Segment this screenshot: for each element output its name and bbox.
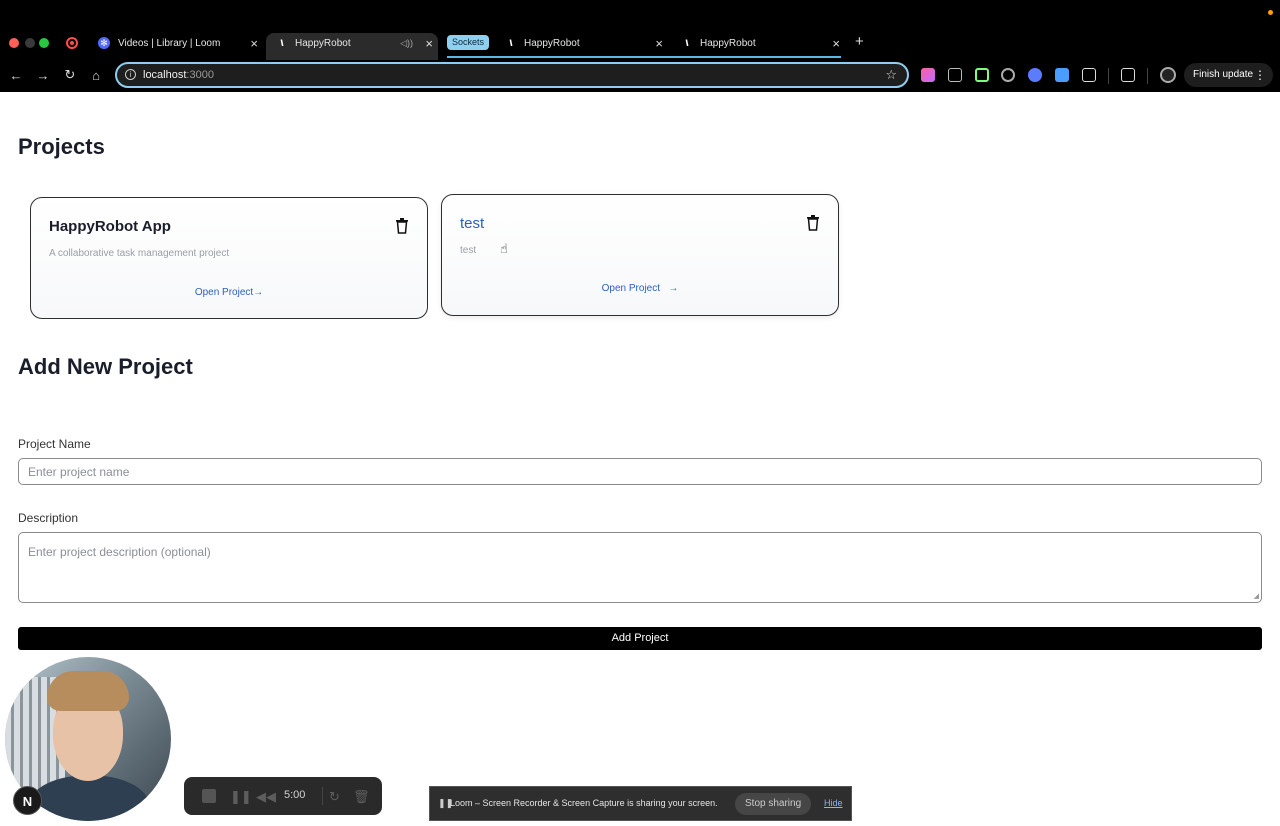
tab-group-underline bbox=[447, 56, 841, 58]
extension-color-icon[interactable] bbox=[921, 68, 935, 82]
back-icon[interactable]: ← bbox=[6, 65, 26, 85]
finish-update-button[interactable]: Finish update ⋮ bbox=[1184, 63, 1274, 87]
delete-icon[interactable]: 🗑 bbox=[353, 789, 370, 805]
recording-timer: 5:00 bbox=[284, 789, 306, 801]
trash-icon[interactable] bbox=[395, 218, 409, 234]
happyrobot-icon: \\ bbox=[280, 38, 283, 48]
extension-record-icon[interactable] bbox=[1001, 68, 1015, 82]
open-project-link[interactable]: Open Project → bbox=[442, 283, 838, 294]
tab-title: HappyRobot bbox=[700, 37, 756, 49]
description-label: Description bbox=[18, 511, 79, 525]
webcam-person-hair bbox=[47, 671, 129, 711]
extension-puzzle-blue-icon[interactable] bbox=[1055, 68, 1069, 82]
close-tab-icon[interactable]: × bbox=[655, 36, 663, 51]
mic-indicator-icon bbox=[1268, 10, 1273, 15]
toolbar-divider bbox=[1108, 68, 1109, 84]
forward-icon[interactable]: → bbox=[33, 65, 53, 85]
browser-tab-bar: ✻ Videos | Library | Loom × \\ HappyRobo… bbox=[0, 0, 1280, 60]
hand-cursor-icon: ☝ bbox=[500, 241, 508, 256]
happyrobot-icon: \\ bbox=[509, 38, 512, 48]
maximize-window-button[interactable] bbox=[39, 38, 49, 48]
speaker-icon[interactable]: ◁)) bbox=[400, 38, 413, 49]
stop-sharing-button[interactable]: Stop sharing bbox=[735, 793, 812, 815]
page-title: Projects bbox=[18, 134, 105, 159]
project-name-input[interactable]: Enter project name bbox=[18, 458, 1262, 485]
extensions-icon[interactable] bbox=[1082, 68, 1096, 82]
loom-icon: ✻ bbox=[98, 37, 110, 49]
restart-icon[interactable]: ↻ bbox=[329, 789, 340, 805]
add-project-heading: Add New Project bbox=[18, 354, 193, 379]
close-tab-icon[interactable]: × bbox=[250, 36, 258, 51]
project-description: A collaborative task management project bbox=[49, 248, 230, 259]
arrow-right-icon: → bbox=[668, 283, 679, 294]
project-name[interactable]: test bbox=[460, 215, 484, 232]
browser-toolbar: ← → ↻ ⌂ i localhost:3000 ☆ Finish update… bbox=[0, 60, 1280, 92]
project-name-label: Project Name bbox=[18, 437, 91, 451]
loom-control-bar: ❚❚ ◀◀ 5:00 ↻ 🗑 bbox=[184, 777, 382, 815]
tab-happyrobot-2[interactable]: \\ HappyRobot × bbox=[504, 33, 663, 53]
tab-title: HappyRobot bbox=[524, 37, 580, 49]
trash-icon[interactable] bbox=[806, 215, 820, 231]
recording-icon bbox=[66, 37, 78, 49]
close-tab-icon[interactable]: × bbox=[832, 36, 840, 51]
screen-share-notification: ❚❚ Loom – Screen Recorder & Screen Captu… bbox=[429, 786, 852, 821]
close-tab-icon[interactable]: × bbox=[425, 36, 433, 51]
project-description: test bbox=[460, 245, 477, 256]
project-name-placeholder: Enter project name bbox=[28, 465, 130, 479]
toolbar-divider bbox=[1147, 68, 1148, 84]
tab-happyrobot-active[interactable]: \\ HappyRobot ◁)) × bbox=[275, 33, 433, 53]
resize-handle-icon[interactable]: ◢ bbox=[1254, 592, 1259, 600]
site-info-icon[interactable]: i bbox=[125, 69, 136, 80]
pause-icon[interactable]: ❚❚ bbox=[230, 789, 252, 805]
description-placeholder: Enter project description (optional) bbox=[28, 545, 211, 559]
tab-group-label[interactable]: Sockets bbox=[447, 35, 490, 50]
extension-loom-icon[interactable] bbox=[1028, 68, 1042, 82]
rewind-icon[interactable]: ◀◀ bbox=[256, 789, 276, 805]
stop-recording-icon[interactable] bbox=[202, 789, 216, 803]
share-message: Loom – Screen Recorder & Screen Capture … bbox=[450, 798, 718, 808]
home-icon[interactable]: ⌂ bbox=[86, 65, 106, 85]
extension-search-icon[interactable] bbox=[948, 68, 962, 82]
profile-avatar[interactable] bbox=[1160, 67, 1176, 83]
bookmark-star-icon[interactable]: ☆ bbox=[885, 67, 897, 83]
more-menu-icon[interactable]: ⋮ bbox=[1254, 63, 1266, 87]
open-project-link[interactable]: Open Project→ bbox=[31, 287, 427, 298]
new-tab-button[interactable]: + bbox=[855, 33, 864, 50]
arrow-right-icon: → bbox=[253, 287, 264, 298]
media-control-icon[interactable] bbox=[1121, 68, 1135, 82]
reload-icon[interactable]: ↻ bbox=[60, 65, 80, 85]
add-project-button[interactable]: Add Project bbox=[18, 627, 1262, 650]
tab-happyrobot-3[interactable]: \\ HappyRobot × bbox=[680, 33, 840, 53]
happyrobot-icon: \\ bbox=[685, 38, 688, 48]
control-divider bbox=[322, 787, 323, 805]
hide-link[interactable]: Hide bbox=[824, 798, 843, 808]
project-card[interactable]: HappyRobot App A collaborative task mana… bbox=[30, 197, 428, 319]
extension-screen-icon[interactable] bbox=[975, 68, 989, 82]
tab-title: Videos | Library | Loom bbox=[118, 37, 221, 49]
address-bar[interactable]: i localhost:3000 ☆ bbox=[115, 62, 909, 88]
close-window-button[interactable] bbox=[9, 38, 19, 48]
tab-title: HappyRobot bbox=[295, 37, 351, 49]
description-textarea[interactable]: Enter project description (optional) ◢ bbox=[18, 532, 1262, 603]
project-name: HappyRobot App bbox=[49, 218, 171, 235]
url-text[interactable]: localhost:3000 bbox=[143, 69, 214, 81]
loom-user-badge[interactable]: N bbox=[13, 786, 42, 815]
minimize-window-button[interactable] bbox=[25, 38, 35, 48]
tab-loom-library[interactable]: ✻ Videos | Library | Loom × bbox=[98, 33, 258, 53]
